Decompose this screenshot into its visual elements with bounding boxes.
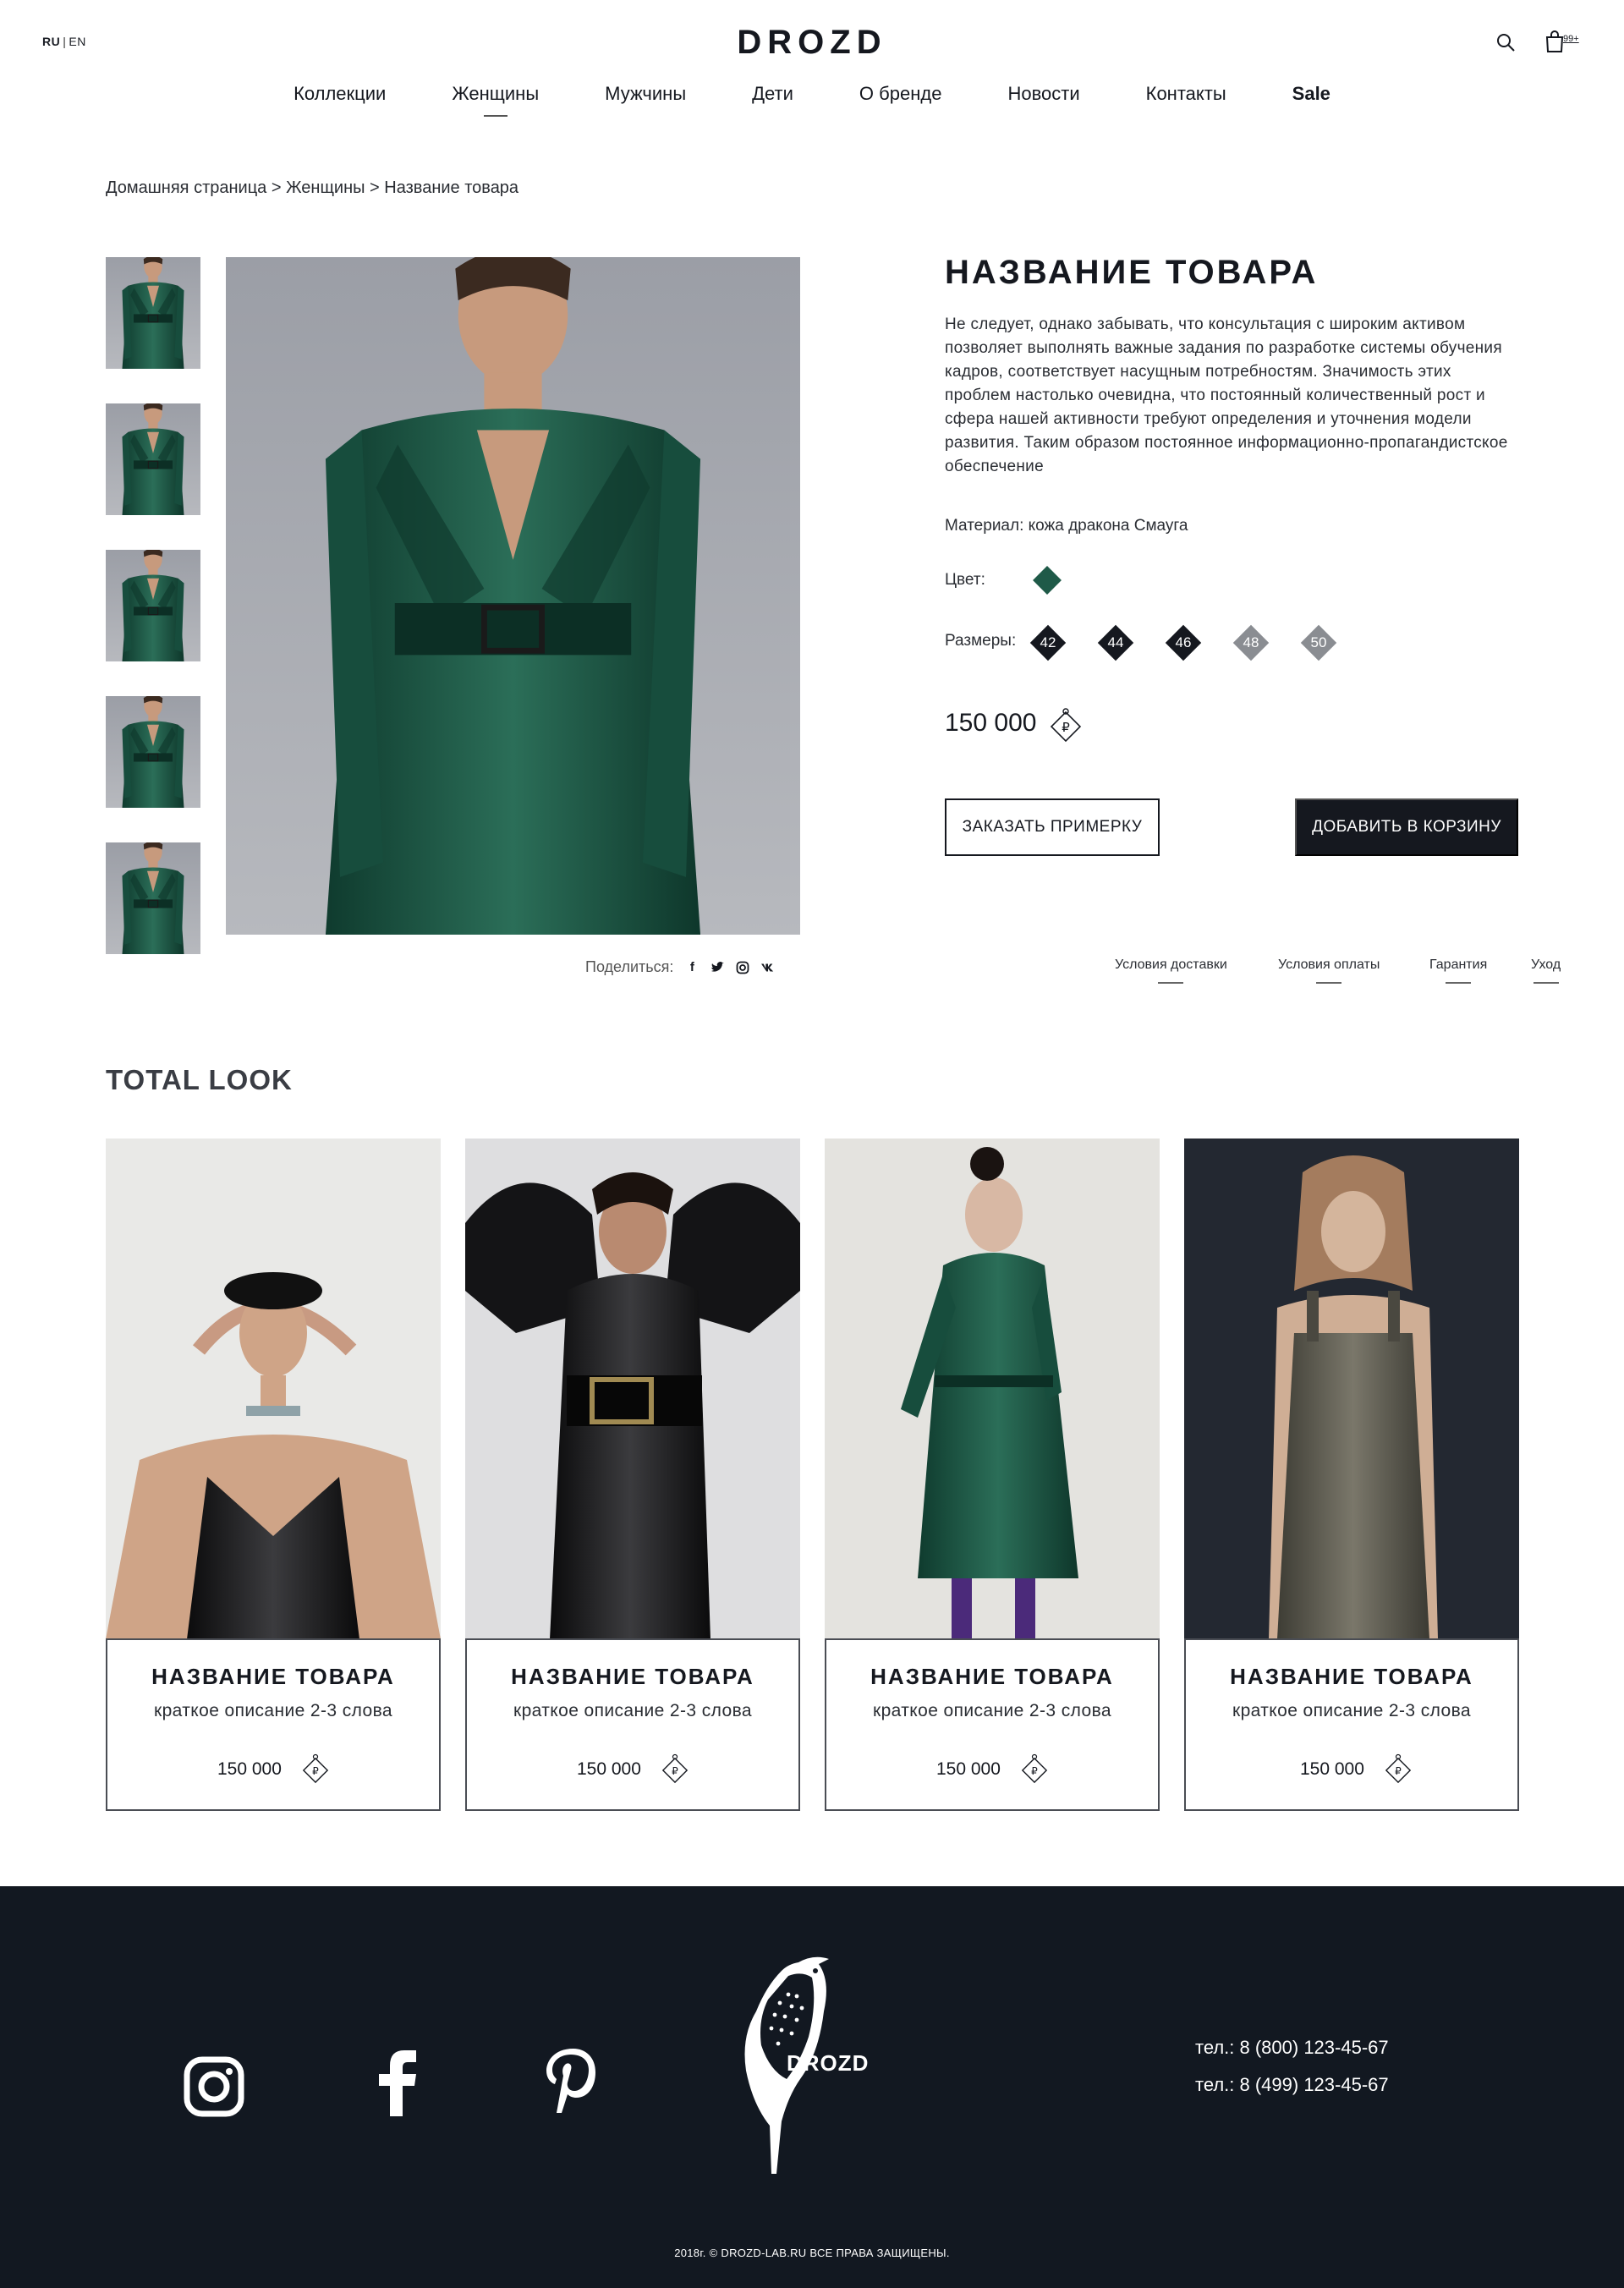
product-card-body: НАЗВАНИЕ ТОВАРА краткое описание 2-3 сло… xyxy=(825,1638,1160,1811)
card-price: 150 000 xyxy=(217,1759,282,1779)
share-label: Поделиться: xyxy=(585,958,674,975)
nav-item-news[interactable]: Новости xyxy=(974,83,1112,105)
nav-item-sale[interactable]: Sale xyxy=(1259,83,1363,105)
ruble-icon: ₽ xyxy=(1050,708,1082,743)
cart-count-badge[interactable]: 99+ xyxy=(1563,34,1579,44)
ruble-icon: ₽ xyxy=(661,1753,689,1784)
card-subtitle: краткое описание 2-3 слова xyxy=(873,1701,1111,1720)
nav-item-men[interactable]: Мужчины xyxy=(572,83,719,105)
main-product-photo[interactable] xyxy=(226,257,800,935)
footer-phone-2[interactable]: тел.: 8 (499) 123-45-67 xyxy=(1195,2074,1389,2096)
ruble-icon: ₽ xyxy=(1021,1753,1048,1784)
breadcrumb[interactable]: Домашняя страница > Женщины > Название т… xyxy=(106,178,518,198)
product-card[interactable]: НАЗВАНИЕ ТОВАРА краткое описание 2-3 сло… xyxy=(825,1139,1160,1811)
total-look-title: TOTAL LOOK xyxy=(106,1064,293,1095)
sizes-label: Размеры: xyxy=(945,632,1017,650)
product-card-image[interactable] xyxy=(465,1139,800,1639)
card-price: 150 000 xyxy=(936,1759,1001,1779)
size-option[interactable]: 46 xyxy=(1165,624,1202,661)
size-option[interactable]: 48 xyxy=(1232,624,1270,661)
card-price: 150 000 xyxy=(577,1759,641,1779)
product-card[interactable]: НАЗВАНИЕ ТОВАРА краткое описание 2-3 сло… xyxy=(106,1139,441,1811)
add-to-cart-button[interactable]: ДОБАВИТЬ В КОРЗИНУ xyxy=(1295,798,1518,856)
size-option[interactable]: 42 xyxy=(1029,624,1067,661)
card-title: НАЗВАНИЕ ТОВАРА xyxy=(870,1664,1114,1689)
svg-text:₽: ₽ xyxy=(1395,1765,1402,1777)
size-option[interactable]: 50 xyxy=(1300,624,1337,661)
color-swatch[interactable] xyxy=(1032,565,1062,595)
product-thumbnail[interactable] xyxy=(105,547,201,662)
product-card-image[interactable] xyxy=(1184,1139,1519,1639)
product-card-body: НАЗВАНИЕ ТОВАРА краткое описание 2-3 сло… xyxy=(106,1638,441,1811)
footer-brand[interactable]: DROZD xyxy=(787,2050,869,2077)
copyright: 2018г. © DROZD-LAB.RU ВСЕ ПРАВА ЗАЩИЩЕНЫ… xyxy=(674,2247,950,2259)
product-description: Не следует, однако забывать, что консуль… xyxy=(945,315,1508,475)
product-card[interactable]: НАЗВАНИЕ ТОВАРА краткое описание 2-3 сло… xyxy=(465,1139,800,1811)
thumbnail-list xyxy=(105,255,201,989)
nav-item-kids[interactable]: Дети xyxy=(719,83,826,105)
card-title: НАЗВАНИЕ ТОВАРА xyxy=(1230,1664,1473,1689)
product-thumbnail[interactable] xyxy=(105,401,201,516)
nav-item-contacts[interactable]: Контакты xyxy=(1113,83,1259,105)
svg-text:₽: ₽ xyxy=(312,1765,319,1777)
product-card[interactable]: НАЗВАНИЕ ТОВАРА краткое описание 2-3 сло… xyxy=(1184,1139,1519,1811)
svg-text:₽: ₽ xyxy=(1062,720,1070,735)
product-title: НАЗВАНИЕ ТОВАРА xyxy=(945,254,1319,291)
product-card-body: НАЗВАНИЕ ТОВАРА краткое описание 2-3 сло… xyxy=(1184,1638,1519,1811)
nav-item-collections[interactable]: Коллекции xyxy=(261,83,419,105)
product-price: 150 000 xyxy=(945,709,1037,737)
footer-phone-1[interactable]: тел.: 8 (800) 123-45-67 xyxy=(1195,2037,1389,2059)
search-icon[interactable] xyxy=(1495,32,1516,52)
card-subtitle: краткое описание 2-3 слова xyxy=(1232,1701,1471,1720)
instagram-icon[interactable] xyxy=(736,961,749,974)
warranty-link[interactable]: Гарантия xyxy=(1429,957,1487,984)
card-subtitle: краткое описание 2-3 слова xyxy=(154,1701,392,1720)
care-link[interactable]: Уход xyxy=(1531,957,1561,984)
nav-item-women[interactable]: Женщины xyxy=(419,83,572,117)
product-thumbnail[interactable] xyxy=(105,694,201,809)
facebook-icon[interactable]: f xyxy=(685,960,699,974)
product-card-image[interactable] xyxy=(106,1139,441,1639)
twitter-icon[interactable] xyxy=(710,961,725,974)
cart-icon[interactable] xyxy=(1544,30,1565,52)
vk-icon[interactable] xyxy=(761,961,775,974)
order-fitting-button[interactable]: ЗАКАЗАТЬ ПРИМЕРКУ xyxy=(945,798,1160,856)
card-subtitle: краткое описание 2-3 слова xyxy=(513,1701,752,1720)
card-title: НАЗВАНИЕ ТОВАРА xyxy=(151,1664,395,1689)
size-option[interactable]: 44 xyxy=(1097,624,1134,661)
site-logo[interactable]: DROZD xyxy=(0,24,1624,62)
color-label: Цвет: xyxy=(945,571,985,589)
facebook-icon[interactable] xyxy=(377,2050,418,2116)
card-price: 150 000 xyxy=(1300,1759,1364,1779)
pinterest-icon[interactable] xyxy=(545,2047,597,2115)
main-nav: Коллекции Женщины Мужчины Дети О бренде … xyxy=(0,83,1624,117)
card-title: НАЗВАНИЕ ТОВАРА xyxy=(511,1664,754,1689)
product-card-image[interactable] xyxy=(825,1139,1160,1639)
instagram-icon[interactable] xyxy=(183,2055,245,2118)
product-thumbnail[interactable] xyxy=(105,840,201,955)
nav-item-about[interactable]: О бренде xyxy=(826,83,975,105)
delivery-terms-link[interactable]: Условия доставки xyxy=(1115,957,1227,984)
ruble-icon: ₽ xyxy=(1385,1753,1412,1784)
svg-text:₽: ₽ xyxy=(1031,1765,1038,1777)
ruble-icon: ₽ xyxy=(302,1753,329,1784)
payment-terms-link[interactable]: Условия оплаты xyxy=(1278,957,1380,984)
svg-text:₽: ₽ xyxy=(672,1765,678,1777)
product-material: Материал: кожа дракона Смауга xyxy=(945,517,1188,535)
product-card-body: НАЗВАНИЕ ТОВАРА краткое описание 2-3 сло… xyxy=(465,1638,800,1811)
share-bar: Поделиться: f xyxy=(585,958,775,976)
product-thumbnail[interactable] xyxy=(105,255,201,370)
